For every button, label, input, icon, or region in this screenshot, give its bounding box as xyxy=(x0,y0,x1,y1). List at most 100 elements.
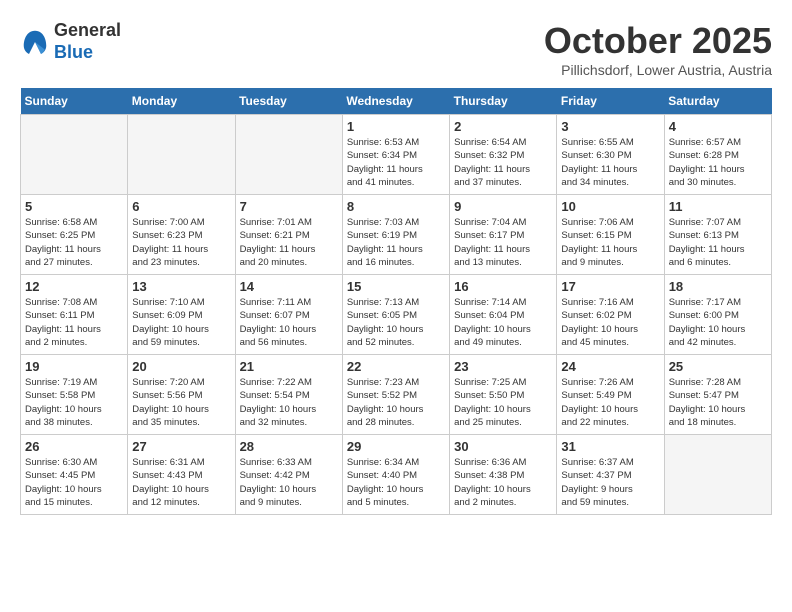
day-number: 31 xyxy=(561,439,659,454)
calendar-week-4: 19 Sunrise: 7:19 AM Sunset: 5:58 PM Dayli… xyxy=(21,355,772,435)
calendar-cell: 12 Sunrise: 7:08 AM Sunset: 6:11 PM Dayli… xyxy=(21,275,128,355)
calendar-page: General Blue October 2025 Pillichsdorf, … xyxy=(0,0,792,525)
day-info: Sunrise: 7:08 AM Sunset: 6:11 PM Dayligh… xyxy=(25,296,123,349)
calendar-cell: 29 Sunrise: 6:34 AM Sunset: 4:40 PM Dayli… xyxy=(342,435,449,515)
day-number: 4 xyxy=(669,119,767,134)
calendar-cell: 3 Sunrise: 6:55 AM Sunset: 6:30 PM Daylig… xyxy=(557,115,664,195)
day-info: Sunrise: 7:26 AM Sunset: 5:49 PM Dayligh… xyxy=(561,376,659,429)
day-info: Sunrise: 6:33 AM Sunset: 4:42 PM Dayligh… xyxy=(240,456,338,509)
day-info: Sunrise: 6:31 AM Sunset: 4:43 PM Dayligh… xyxy=(132,456,230,509)
day-info: Sunrise: 7:20 AM Sunset: 5:56 PM Dayligh… xyxy=(132,376,230,429)
day-info: Sunrise: 7:28 AM Sunset: 5:47 PM Dayligh… xyxy=(669,376,767,429)
calendar-cell: 21 Sunrise: 7:22 AM Sunset: 5:54 PM Dayli… xyxy=(235,355,342,435)
day-info: Sunrise: 7:00 AM Sunset: 6:23 PM Dayligh… xyxy=(132,216,230,269)
day-number: 2 xyxy=(454,119,552,134)
calendar-cell: 4 Sunrise: 6:57 AM Sunset: 6:28 PM Daylig… xyxy=(664,115,771,195)
calendar-cell: 9Sunrise: 7:04 AM Sunset: 6:17 PM Daylig… xyxy=(450,195,557,275)
logo-text: General Blue xyxy=(54,20,121,63)
calendar-cell: 24 Sunrise: 7:26 AM Sunset: 5:49 PM Dayli… xyxy=(557,355,664,435)
day-number: 9 xyxy=(454,199,552,214)
calendar-cell: 6 Sunrise: 7:00 AM Sunset: 6:23 PM Daylig… xyxy=(128,195,235,275)
header-saturday: Saturday xyxy=(664,88,771,115)
day-number: 1 xyxy=(347,119,445,134)
day-info: Sunrise: 7:19 AM Sunset: 5:58 PM Dayligh… xyxy=(25,376,123,429)
day-number: 20 xyxy=(132,359,230,374)
calendar-cell: 10 Sunrise: 7:06 AM Sunset: 6:15 PM Dayli… xyxy=(557,195,664,275)
day-info: Sunrise: 7:13 AM Sunset: 6:05 PM Dayligh… xyxy=(347,296,445,349)
day-number: 16 xyxy=(454,279,552,294)
day-number: 23 xyxy=(454,359,552,374)
month-title: October 2025 xyxy=(544,20,772,62)
day-number: 17 xyxy=(561,279,659,294)
day-info: Sunrise: 6:36 AM Sunset: 4:38 PM Dayligh… xyxy=(454,456,552,509)
day-number: 13 xyxy=(132,279,230,294)
header-sunday: Sunday xyxy=(21,88,128,115)
calendar-week-5: 26Sunrise: 6:30 AM Sunset: 4:45 PM Dayli… xyxy=(21,435,772,515)
calendar-cell: 19 Sunrise: 7:19 AM Sunset: 5:58 PM Dayli… xyxy=(21,355,128,435)
calendar-week-3: 12 Sunrise: 7:08 AM Sunset: 6:11 PM Dayli… xyxy=(21,275,772,355)
day-info: Sunrise: 6:57 AM Sunset: 6:28 PM Dayligh… xyxy=(669,136,767,189)
calendar-cell: 14 Sunrise: 7:11 AM Sunset: 6:07 PM Dayli… xyxy=(235,275,342,355)
day-number: 14 xyxy=(240,279,338,294)
day-number: 12 xyxy=(25,279,123,294)
calendar-cell: 16Sunrise: 7:14 AM Sunset: 6:04 PM Dayli… xyxy=(450,275,557,355)
calendar-cell: 27 Sunrise: 6:31 AM Sunset: 4:43 PM Dayli… xyxy=(128,435,235,515)
day-info: Sunrise: 6:54 AM Sunset: 6:32 PM Dayligh… xyxy=(454,136,552,189)
day-number: 3 xyxy=(561,119,659,134)
day-number: 19 xyxy=(25,359,123,374)
header-monday: Monday xyxy=(128,88,235,115)
day-info: Sunrise: 6:37 AM Sunset: 4:37 PM Dayligh… xyxy=(561,456,659,509)
day-number: 22 xyxy=(347,359,445,374)
day-number: 30 xyxy=(454,439,552,454)
calendar-cell: 31 Sunrise: 6:37 AM Sunset: 4:37 PM Dayli… xyxy=(557,435,664,515)
calendar-cell: 13 Sunrise: 7:10 AM Sunset: 6:09 PM Dayli… xyxy=(128,275,235,355)
calendar-cell: 1 Sunrise: 6:53 AM Sunset: 6:34 PM Daylig… xyxy=(342,115,449,195)
calendar-cell: 7Sunrise: 7:01 AM Sunset: 6:21 PM Daylig… xyxy=(235,195,342,275)
day-number: 18 xyxy=(669,279,767,294)
calendar-cell xyxy=(21,115,128,195)
day-number: 21 xyxy=(240,359,338,374)
calendar-week-1: 1 Sunrise: 6:53 AM Sunset: 6:34 PM Daylig… xyxy=(21,115,772,195)
day-info: Sunrise: 7:10 AM Sunset: 6:09 PM Dayligh… xyxy=(132,296,230,349)
day-info: Sunrise: 7:17 AM Sunset: 6:00 PM Dayligh… xyxy=(669,296,767,349)
calendar-cell: 11Sunrise: 7:07 AM Sunset: 6:13 PM Dayli… xyxy=(664,195,771,275)
location-subtitle: Pillichsdorf, Lower Austria, Austria xyxy=(544,62,772,78)
day-number: 6 xyxy=(132,199,230,214)
calendar-week-2: 5Sunrise: 6:58 AM Sunset: 6:25 PM Daylig… xyxy=(21,195,772,275)
header-tuesday: Tuesday xyxy=(235,88,342,115)
calendar-cell: 28Sunrise: 6:33 AM Sunset: 4:42 PM Dayli… xyxy=(235,435,342,515)
day-number: 7 xyxy=(240,199,338,214)
calendar-cell: 15Sunrise: 7:13 AM Sunset: 6:05 PM Dayli… xyxy=(342,275,449,355)
calendar-table: Sunday Monday Tuesday Wednesday Thursday… xyxy=(20,88,772,515)
day-info: Sunrise: 7:07 AM Sunset: 6:13 PM Dayligh… xyxy=(669,216,767,269)
logo-line2: Blue xyxy=(54,42,121,64)
calendar-cell: 5Sunrise: 6:58 AM Sunset: 6:25 PM Daylig… xyxy=(21,195,128,275)
header-friday: Friday xyxy=(557,88,664,115)
day-number: 5 xyxy=(25,199,123,214)
day-info: Sunrise: 7:25 AM Sunset: 5:50 PM Dayligh… xyxy=(454,376,552,429)
day-info: Sunrise: 7:16 AM Sunset: 6:02 PM Dayligh… xyxy=(561,296,659,349)
logo: General Blue xyxy=(20,20,121,63)
day-number: 24 xyxy=(561,359,659,374)
logo-line1: General xyxy=(54,20,121,42)
day-number: 27 xyxy=(132,439,230,454)
day-info: Sunrise: 7:06 AM Sunset: 6:15 PM Dayligh… xyxy=(561,216,659,269)
title-section: October 2025 Pillichsdorf, Lower Austria… xyxy=(544,20,772,78)
calendar-cell: 23 Sunrise: 7:25 AM Sunset: 5:50 PM Dayli… xyxy=(450,355,557,435)
day-info: Sunrise: 7:11 AM Sunset: 6:07 PM Dayligh… xyxy=(240,296,338,349)
day-number: 8 xyxy=(347,199,445,214)
header-wednesday: Wednesday xyxy=(342,88,449,115)
calendar-cell: 25Sunrise: 7:28 AM Sunset: 5:47 PM Dayli… xyxy=(664,355,771,435)
day-number: 29 xyxy=(347,439,445,454)
day-number: 10 xyxy=(561,199,659,214)
day-info: Sunrise: 7:22 AM Sunset: 5:54 PM Dayligh… xyxy=(240,376,338,429)
calendar-cell: 8 Sunrise: 7:03 AM Sunset: 6:19 PM Daylig… xyxy=(342,195,449,275)
day-info: Sunrise: 6:55 AM Sunset: 6:30 PM Dayligh… xyxy=(561,136,659,189)
day-info: Sunrise: 6:34 AM Sunset: 4:40 PM Dayligh… xyxy=(347,456,445,509)
calendar-cell: 2 Sunrise: 6:54 AM Sunset: 6:32 PM Daylig… xyxy=(450,115,557,195)
day-info: Sunrise: 7:03 AM Sunset: 6:19 PM Dayligh… xyxy=(347,216,445,269)
day-headers: Sunday Monday Tuesday Wednesday Thursday… xyxy=(21,88,772,115)
day-info: Sunrise: 6:53 AM Sunset: 6:34 PM Dayligh… xyxy=(347,136,445,189)
calendar-cell: 17 Sunrise: 7:16 AM Sunset: 6:02 PM Dayli… xyxy=(557,275,664,355)
day-number: 26 xyxy=(25,439,123,454)
